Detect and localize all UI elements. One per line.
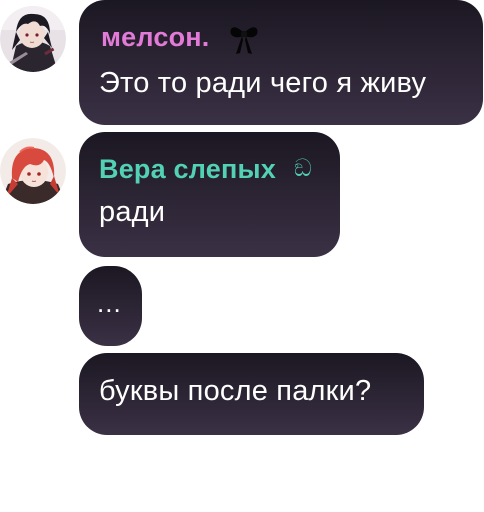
black-bow-icon (229, 22, 259, 56)
avatar-melson[interactable] (0, 6, 66, 72)
author-badge: ඞ (294, 155, 312, 182)
message-bubble[interactable]: ... (79, 266, 142, 346)
message-bubble[interactable]: мелсон. Это то ради чего я живу (79, 0, 483, 125)
message-text: Это то ради чего я живу (99, 67, 427, 99)
dark-haired-character-avatar-icon (0, 6, 66, 72)
message-author[interactable]: Вера слепых (99, 154, 276, 185)
red-haired-character-avatar-icon (0, 138, 66, 204)
message-text: ... (97, 288, 122, 318)
message-text: буквы после палки? (99, 375, 372, 407)
message-bubble[interactable]: Вера слепых ඞ ради (79, 132, 340, 257)
message-text: ради (99, 196, 166, 228)
message-bubble[interactable]: буквы после палки? (79, 353, 424, 435)
message-author[interactable]: мелсон. (101, 22, 210, 53)
avatar-vera[interactable] (0, 138, 66, 204)
